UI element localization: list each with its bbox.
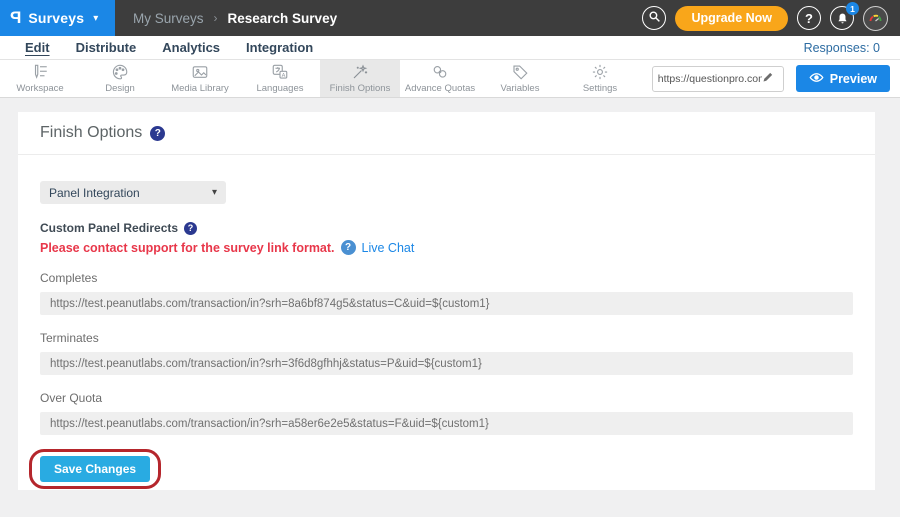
breadcrumb-separator-icon: › bbox=[214, 11, 218, 25]
preview-button[interactable]: Preview bbox=[796, 65, 890, 92]
question-mark-icon: ? bbox=[805, 11, 813, 26]
support-note: Please contact support for the survey li… bbox=[40, 241, 335, 255]
tag-icon bbox=[511, 63, 529, 81]
live-chat-help-icon[interactable]: ? bbox=[341, 240, 356, 255]
survey-url-input[interactable] bbox=[658, 73, 762, 85]
upgrade-now-button[interactable]: Upgrade Now bbox=[675, 6, 788, 31]
toolbar-item-advance-quotas[interactable]: Advance Quotas bbox=[400, 60, 480, 97]
redirects-help-icon[interactable]: ? bbox=[184, 222, 197, 235]
terminates-url-input[interactable] bbox=[40, 352, 853, 375]
toolbar-item-design[interactable]: Design bbox=[80, 60, 160, 97]
edit-pencil-icon[interactable] bbox=[762, 70, 774, 88]
top-bar: P Surveys ▾ My Surveys › Research Survey… bbox=[0, 0, 900, 36]
gauge-icon bbox=[868, 11, 883, 26]
tab-analytics[interactable]: Analytics bbox=[162, 40, 220, 55]
support-note-row: Please contact support for the survey li… bbox=[40, 240, 853, 255]
chain-link-icon bbox=[431, 63, 449, 81]
custom-panel-redirects-row: Custom Panel Redirects ? bbox=[40, 221, 853, 235]
save-changes-button[interactable]: Save Changes bbox=[40, 456, 150, 482]
toolbar-item-workspace[interactable]: Workspace bbox=[0, 60, 80, 97]
terminates-field-group: Terminates bbox=[40, 331, 853, 375]
chevron-down-icon: ▾ bbox=[212, 187, 217, 198]
finish-options-help-icon[interactable]: ? bbox=[150, 126, 165, 141]
search-icon bbox=[648, 10, 661, 26]
search-button[interactable] bbox=[642, 6, 666, 30]
responses-count: Responses: 0 bbox=[804, 41, 888, 55]
help-button[interactable]: ? bbox=[797, 6, 821, 30]
section-title: Custom Panel Redirects bbox=[40, 221, 178, 235]
breadcrumb-current-survey: Research Survey bbox=[228, 11, 338, 26]
account-avatar[interactable] bbox=[863, 6, 888, 31]
questionpro-app: P Surveys ▾ My Surveys › Research Survey… bbox=[0, 0, 900, 517]
completes-field-group: Completes bbox=[40, 271, 853, 315]
magic-wand-icon bbox=[351, 63, 369, 81]
notifications-button[interactable]: 1 bbox=[830, 6, 854, 30]
breadcrumb: My Surveys › Research Survey bbox=[115, 0, 355, 36]
selected-option-label: Panel Integration bbox=[49, 186, 140, 200]
toolbar-item-variables[interactable]: Variables bbox=[480, 60, 560, 97]
chevron-down-icon: ▾ bbox=[93, 13, 98, 24]
breadcrumb-my-surveys[interactable]: My Surveys bbox=[133, 11, 204, 26]
palette-icon bbox=[111, 63, 129, 81]
toolbar-item-finish-options[interactable]: Finish Options bbox=[320, 60, 400, 97]
completes-label: Completes bbox=[40, 271, 853, 285]
tab-distribute[interactable]: Distribute bbox=[76, 40, 137, 55]
over-quota-label: Over Quota bbox=[40, 391, 853, 405]
tab-integration[interactable]: Integration bbox=[246, 40, 313, 55]
image-icon bbox=[191, 63, 209, 81]
svg-text:A: A bbox=[282, 73, 286, 79]
notification-count-badge: 1 bbox=[846, 2, 859, 15]
finish-option-type-select[interactable]: Panel Integration ▾ bbox=[40, 181, 226, 204]
toolbar-item-media-library[interactable]: Media Library bbox=[160, 60, 240, 97]
toolbar-item-settings[interactable]: Settings bbox=[560, 60, 640, 97]
panel-header: Finish Options ? bbox=[18, 112, 875, 155]
topbar-actions: Upgrade Now ? 1 bbox=[642, 0, 900, 36]
live-chat-link[interactable]: Live Chat bbox=[362, 241, 415, 255]
completes-url-input[interactable] bbox=[40, 292, 853, 315]
finish-options-panel: Finish Options ? Panel Integration ▾ Cus… bbox=[18, 112, 875, 490]
over-quota-url-input[interactable] bbox=[40, 412, 853, 435]
eye-icon bbox=[809, 72, 824, 86]
over-quota-field-group: Over Quota bbox=[40, 391, 853, 435]
toolbar-item-languages[interactable]: A Languages bbox=[240, 60, 320, 97]
edit-toolbar: Workspace Design Media Library A Languag… bbox=[0, 60, 900, 98]
survey-url-box bbox=[652, 66, 784, 92]
panel-body: Panel Integration ▾ Custom Panel Redirec… bbox=[18, 155, 875, 489]
terminates-label: Terminates bbox=[40, 331, 853, 345]
surveys-product-menu[interactable]: P Surveys ▾ bbox=[0, 0, 115, 36]
product-label: Surveys bbox=[28, 10, 84, 26]
translate-icon: A bbox=[271, 63, 289, 81]
toolbar-right: Preview bbox=[652, 60, 900, 97]
questionpro-logo-icon: P bbox=[10, 8, 21, 28]
survey-nav-tabs: Edit Distribute Analytics Integration Re… bbox=[0, 36, 900, 60]
gear-icon bbox=[591, 63, 609, 81]
workspace-icon bbox=[31, 63, 49, 81]
page-title: Finish Options bbox=[40, 124, 142, 142]
red-annotation-highlight: Save Changes bbox=[29, 449, 161, 489]
tab-edit[interactable]: Edit bbox=[25, 40, 50, 55]
